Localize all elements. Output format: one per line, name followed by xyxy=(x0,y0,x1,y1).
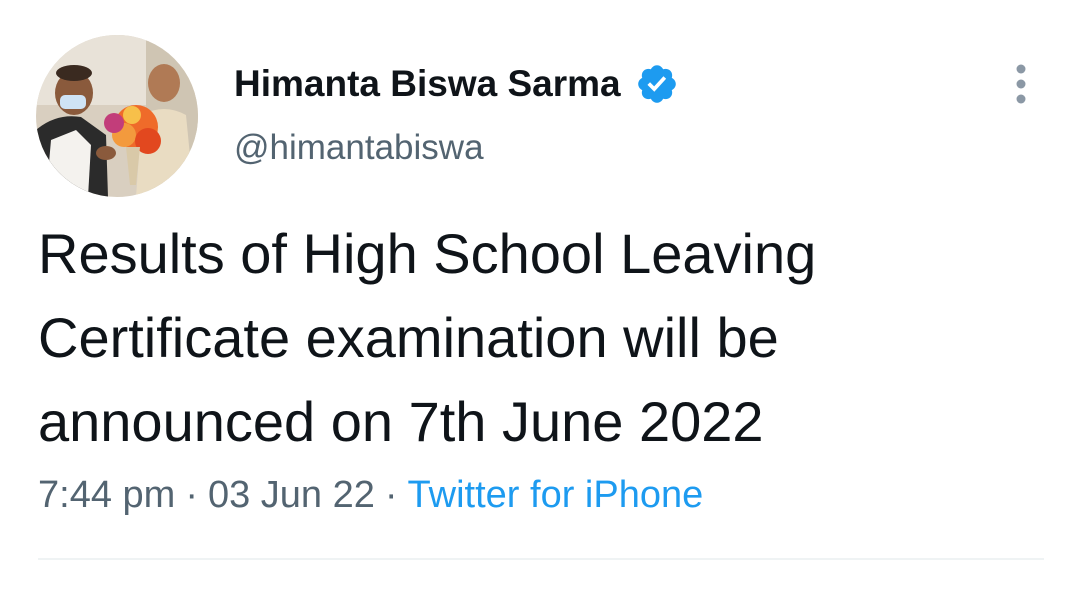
tweet-time[interactable]: 7:44 pm xyxy=(38,474,175,516)
verified-badge-icon xyxy=(635,62,679,106)
meta-separator: · xyxy=(384,474,398,516)
author-avatar[interactable] xyxy=(36,35,198,197)
tweet-source-link[interactable]: Twitter for iPhone xyxy=(408,474,704,516)
divider xyxy=(38,558,1044,560)
tweet-text: Results of High School Leaving Certifica… xyxy=(38,222,817,453)
author-name-row[interactable]: Himanta Biswa Sarma xyxy=(234,60,679,108)
tweet-meta: 7:44 pm · 03 Jun 22 · Twitter for iPhone xyxy=(38,474,703,517)
meta-separator: · xyxy=(185,474,198,516)
avatar-photo-icon xyxy=(36,35,198,197)
more-vertical-icon[interactable] xyxy=(1005,62,1037,106)
tweet-date[interactable]: 03 Jun 22 xyxy=(208,474,375,516)
author-display-name[interactable]: Himanta Biswa Sarma xyxy=(234,63,621,105)
tweet: Himanta Biswa Sarma @himantabiswa Result… xyxy=(0,0,1080,608)
author-handle[interactable]: @himantabiswa xyxy=(234,128,484,168)
